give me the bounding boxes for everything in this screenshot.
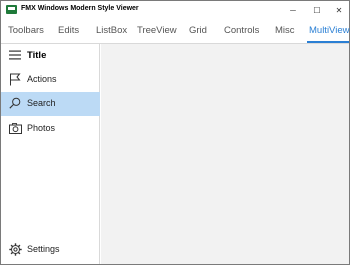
- sidebar-item-label: Search: [27, 98, 56, 108]
- app-window: FMX Windows Modern Style Viewer ─ ☐ ✕ To…: [0, 0, 350, 265]
- sidebar-item-settings[interactable]: Settings: [1, 238, 100, 262]
- flag-icon: [8, 72, 22, 86]
- drawer-header: Title: [1, 44, 100, 68]
- minimize-button[interactable]: ─: [281, 1, 305, 19]
- tab-toolbars[interactable]: Toolbars: [8, 25, 44, 36]
- maximize-button[interactable]: ☐: [305, 1, 329, 19]
- gear-icon: [8, 242, 22, 256]
- search-icon: [8, 96, 22, 110]
- window-title: FMX Windows Modern Style Viewer: [21, 5, 139, 12]
- active-tab-indicator: [307, 41, 349, 43]
- drawer-title: Title: [27, 50, 47, 61]
- title-bar[interactable]: FMX Windows Modern Style Viewer ─ ☐ ✕: [1, 1, 349, 19]
- multiview-drawer: Title Actions Search Photos Settings: [1, 44, 100, 264]
- app-icon: [6, 5, 17, 14]
- tab-grid[interactable]: Grid: [189, 25, 207, 36]
- sidebar-item-label: Settings: [27, 244, 60, 254]
- sidebar-item-photos[interactable]: Photos: [1, 117, 100, 141]
- close-button[interactable]: ✕: [327, 1, 350, 19]
- sidebar-item-actions[interactable]: Actions: [1, 68, 100, 92]
- sidebar-item-label: Actions: [27, 74, 57, 84]
- tab-edits[interactable]: Edits: [58, 25, 79, 36]
- tab-treeview[interactable]: TreeView: [137, 25, 177, 36]
- tab-listbox[interactable]: ListBox: [96, 25, 127, 36]
- sidebar-item-search[interactable]: Search: [1, 92, 100, 116]
- tab-controls[interactable]: Controls: [224, 25, 259, 36]
- tab-misc[interactable]: Misc: [275, 25, 295, 36]
- sidebar-item-label: Photos: [27, 123, 56, 133]
- camera-icon: [8, 121, 22, 135]
- hamburger-icon[interactable]: [8, 48, 22, 62]
- tab-multiview[interactable]: MultiView: [309, 25, 349, 36]
- detail-pane: [101, 44, 349, 264]
- tab-bar: Toolbars Edits ListBox TreeView Grid Con…: [1, 19, 349, 44]
